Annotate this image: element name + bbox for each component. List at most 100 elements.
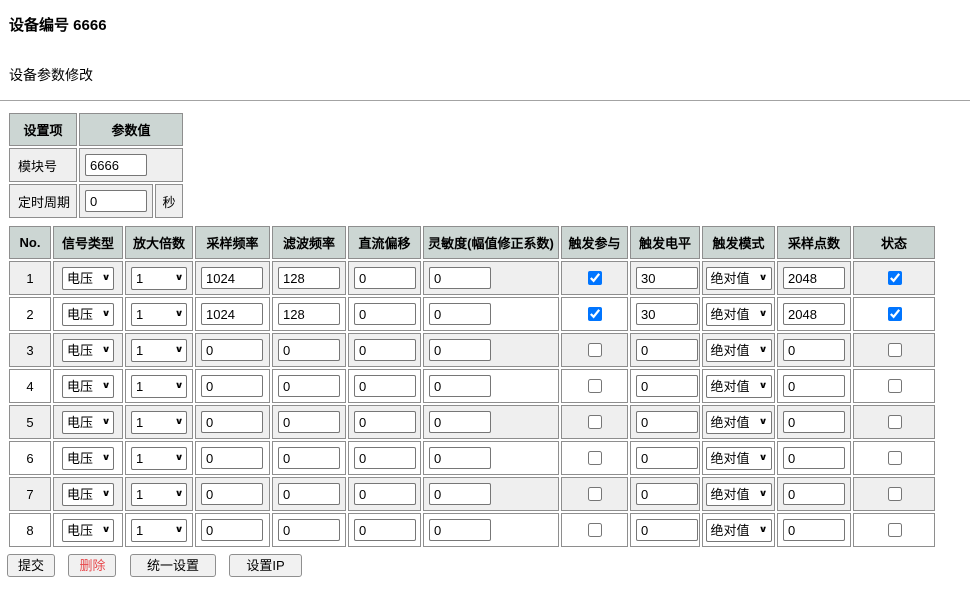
dc-offset-input[interactable] bbox=[354, 303, 416, 325]
trigger-level-input[interactable] bbox=[636, 519, 698, 541]
delete-button[interactable]: 删除 bbox=[68, 554, 116, 577]
signal-type-select-wrap: 电压 bbox=[62, 267, 114, 290]
dc-offset-input[interactable] bbox=[354, 519, 416, 541]
signal-type-select[interactable]: 电压 bbox=[62, 375, 114, 398]
gain-select[interactable]: 1 bbox=[131, 339, 187, 362]
signal-type-select[interactable]: 电压 bbox=[62, 447, 114, 470]
trigger-enabled-checkbox[interactable] bbox=[588, 523, 602, 537]
trigger-enabled-checkbox[interactable] bbox=[588, 271, 602, 285]
signal-type-select[interactable]: 电压 bbox=[62, 519, 114, 542]
dc-offset-input[interactable] bbox=[354, 375, 416, 397]
filter-freq-input[interactable] bbox=[278, 303, 340, 325]
gain-select[interactable]: 1 bbox=[131, 303, 187, 326]
sample-rate-input[interactable] bbox=[201, 375, 263, 397]
gain-select[interactable]: 1 bbox=[131, 267, 187, 290]
dc-offset-input[interactable] bbox=[354, 267, 416, 289]
trigger-level-input[interactable] bbox=[636, 267, 698, 289]
sample-points-input[interactable] bbox=[783, 303, 845, 325]
status-checkbox[interactable] bbox=[888, 307, 902, 321]
signal-type-select-wrap: 电压 bbox=[62, 447, 114, 470]
signal-type-select[interactable]: 电压 bbox=[62, 483, 114, 506]
dc-offset-input[interactable] bbox=[354, 411, 416, 433]
sensitivity-input[interactable] bbox=[429, 339, 491, 361]
dc-offset-input[interactable] bbox=[354, 447, 416, 469]
sample-points-input[interactable] bbox=[783, 375, 845, 397]
module-number-label: 模块号 bbox=[9, 148, 77, 182]
trigger-level-input[interactable] bbox=[636, 375, 698, 397]
sample-points-input[interactable] bbox=[783, 447, 845, 469]
sample-points-input[interactable] bbox=[783, 519, 845, 541]
trigger-level-input[interactable] bbox=[636, 447, 698, 469]
filter-freq-input[interactable] bbox=[278, 267, 340, 289]
trigger-enabled-checkbox[interactable] bbox=[588, 415, 602, 429]
trigger-mode-select[interactable]: 绝对值 bbox=[706, 303, 772, 326]
trigger-level-input[interactable] bbox=[636, 303, 698, 325]
batch-set-button[interactable]: 统一设置 bbox=[130, 554, 216, 577]
gain-select[interactable]: 1 bbox=[131, 447, 187, 470]
sample-rate-input[interactable] bbox=[201, 483, 263, 505]
module-number-input[interactable] bbox=[85, 154, 147, 176]
sample-rate-input[interactable] bbox=[201, 411, 263, 433]
status-checkbox[interactable] bbox=[888, 379, 902, 393]
filter-freq-input[interactable] bbox=[278, 483, 340, 505]
trigger-level-input[interactable] bbox=[636, 483, 698, 505]
sample-points-input[interactable] bbox=[783, 267, 845, 289]
filter-freq-input[interactable] bbox=[278, 339, 340, 361]
trigger-level-input[interactable] bbox=[636, 339, 698, 361]
dc-offset-input[interactable] bbox=[354, 339, 416, 361]
trigger-enabled-checkbox[interactable] bbox=[588, 379, 602, 393]
gain-select[interactable]: 1 bbox=[131, 411, 187, 434]
gain-select[interactable]: 1 bbox=[131, 375, 187, 398]
sensitivity-input[interactable] bbox=[429, 411, 491, 433]
trigger-enabled-checkbox[interactable] bbox=[588, 451, 602, 465]
sensitivity-input[interactable] bbox=[429, 375, 491, 397]
trigger-enabled-checkbox[interactable] bbox=[588, 343, 602, 357]
status-checkbox[interactable] bbox=[888, 487, 902, 501]
signal-type-select[interactable]: 电压 bbox=[62, 303, 114, 326]
sample-points-input[interactable] bbox=[783, 339, 845, 361]
header-no: No. bbox=[9, 226, 51, 259]
trigger-mode-select[interactable]: 绝对值 bbox=[706, 447, 772, 470]
trigger-mode-select-wrap: 绝对值 bbox=[706, 339, 772, 362]
filter-freq-input[interactable] bbox=[278, 375, 340, 397]
trigger-enabled-checkbox[interactable] bbox=[588, 307, 602, 321]
trigger-level-input[interactable] bbox=[636, 411, 698, 433]
dc-offset-input[interactable] bbox=[354, 483, 416, 505]
gain-select[interactable]: 1 bbox=[131, 519, 187, 542]
trigger-mode-select[interactable]: 绝对值 bbox=[706, 339, 772, 362]
signal-type-select-wrap: 电压 bbox=[62, 411, 114, 434]
sample-rate-input[interactable] bbox=[201, 447, 263, 469]
signal-type-select[interactable]: 电压 bbox=[62, 267, 114, 290]
signal-type-select[interactable]: 电压 bbox=[62, 339, 114, 362]
sensitivity-input[interactable] bbox=[429, 447, 491, 469]
status-checkbox[interactable] bbox=[888, 523, 902, 537]
status-checkbox[interactable] bbox=[888, 343, 902, 357]
trigger-mode-select[interactable]: 绝对值 bbox=[706, 375, 772, 398]
trigger-mode-select[interactable]: 绝对值 bbox=[706, 267, 772, 290]
trigger-mode-select[interactable]: 绝对值 bbox=[706, 519, 772, 542]
filter-freq-input[interactable] bbox=[278, 519, 340, 541]
filter-freq-input[interactable] bbox=[278, 447, 340, 469]
set-ip-button[interactable]: 设置IP bbox=[229, 554, 301, 577]
signal-type-select[interactable]: 电压 bbox=[62, 411, 114, 434]
gain-select[interactable]: 1 bbox=[131, 483, 187, 506]
sample-rate-input[interactable] bbox=[201, 519, 263, 541]
sensitivity-input[interactable] bbox=[429, 303, 491, 325]
sample-rate-input[interactable] bbox=[201, 339, 263, 361]
status-checkbox[interactable] bbox=[888, 415, 902, 429]
sample-rate-input[interactable] bbox=[201, 303, 263, 325]
trigger-mode-select[interactable]: 绝对值 bbox=[706, 483, 772, 506]
sensitivity-input[interactable] bbox=[429, 483, 491, 505]
sample-points-input[interactable] bbox=[783, 411, 845, 433]
timer-period-input[interactable] bbox=[85, 190, 147, 212]
status-checkbox[interactable] bbox=[888, 451, 902, 465]
sample-points-input[interactable] bbox=[783, 483, 845, 505]
sample-rate-input[interactable] bbox=[201, 267, 263, 289]
sensitivity-input[interactable] bbox=[429, 519, 491, 541]
sensitivity-input[interactable] bbox=[429, 267, 491, 289]
submit-button[interactable]: 提交 bbox=[7, 554, 55, 577]
trigger-enabled-checkbox[interactable] bbox=[588, 487, 602, 501]
filter-freq-input[interactable] bbox=[278, 411, 340, 433]
status-checkbox[interactable] bbox=[888, 271, 902, 285]
trigger-mode-select[interactable]: 绝对值 bbox=[706, 411, 772, 434]
